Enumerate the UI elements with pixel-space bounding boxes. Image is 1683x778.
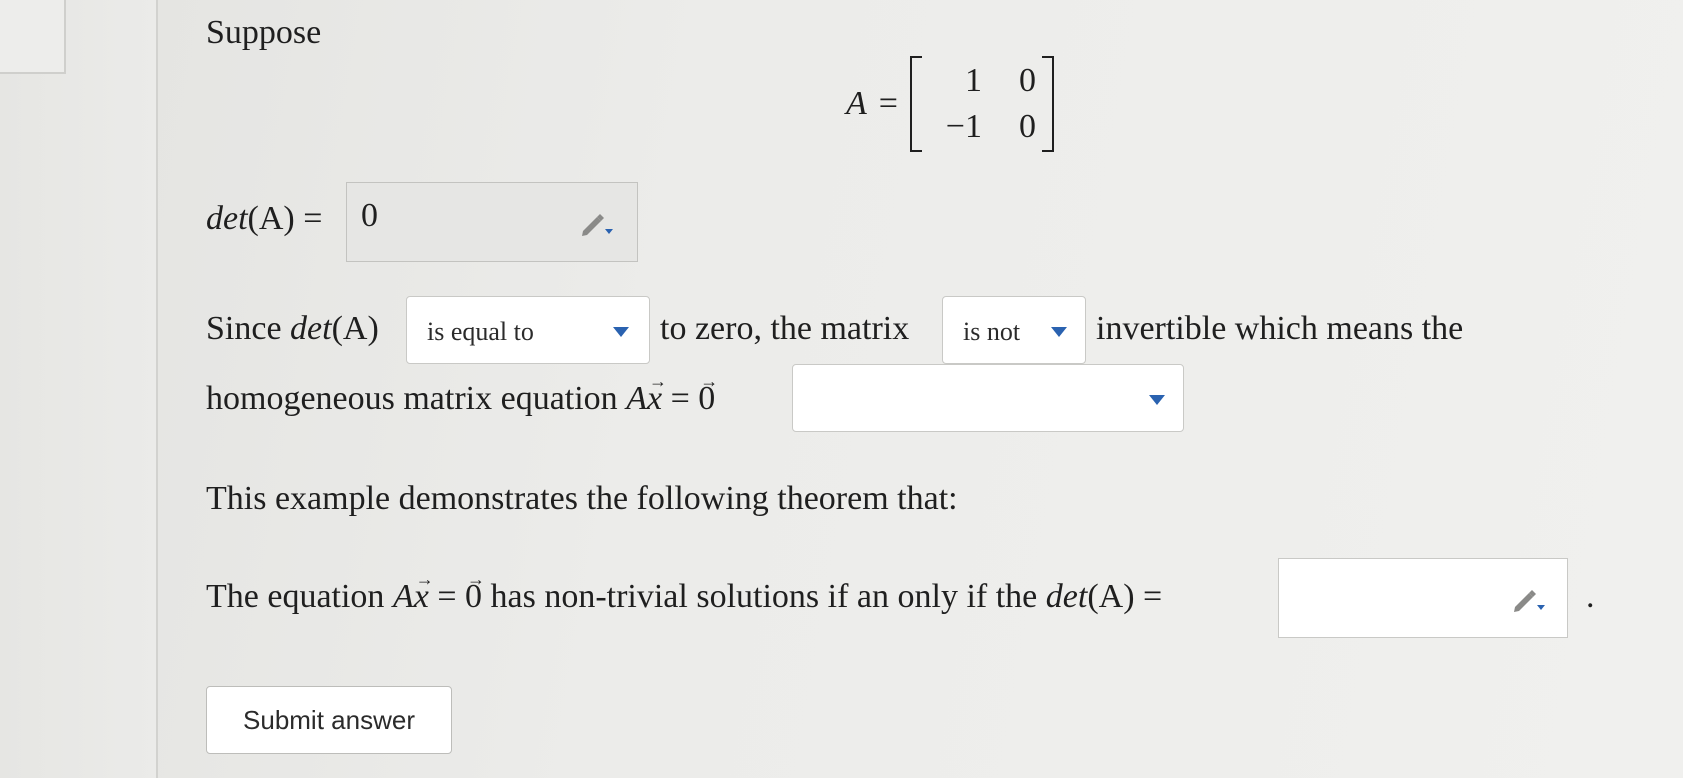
since-word: Since	[206, 310, 282, 347]
homogeneous-prefix: homogeneous matrix equation	[206, 380, 618, 417]
det-label: det(A) =	[206, 200, 322, 238]
sentence-since: Since det(A)	[206, 310, 379, 348]
intro-label: Suppose	[206, 14, 322, 51]
theorem-answer-field[interactable]	[1278, 558, 1568, 638]
vector-x: x →	[413, 569, 434, 615]
matrix-grid: 1 0 −1 0	[922, 58, 1042, 150]
theorem-equals: =	[1143, 578, 1163, 615]
sentence-to-zero: to zero, the matrix	[660, 310, 910, 347]
theorem-prefix: The equation	[206, 578, 385, 615]
det-fn: det	[206, 200, 248, 237]
pencil-dropdown-icon[interactable]	[1511, 585, 1547, 615]
question-content: Suppose A = 1 0 −1 0 det(A) = 0 Since de…	[206, 0, 1646, 778]
theorem-intro: This example demonstrates the following …	[206, 480, 958, 517]
det-arg: (A)	[331, 310, 379, 347]
matrix-right-bracket	[1041, 56, 1054, 152]
det-arg: (A)	[1087, 578, 1135, 615]
matrix-left-bracket	[909, 56, 922, 152]
matrix-cell: 0	[1018, 62, 1036, 99]
page: Suppose A = 1 0 −1 0 det(A) = 0 Since de…	[0, 0, 1683, 778]
matrix-definition: A = 1 0 −1 0	[846, 56, 1054, 152]
det-fn: det	[1045, 578, 1088, 615]
matrix-cell: 1	[964, 62, 982, 99]
submit-answer-button[interactable]: Submit answer	[206, 686, 452, 754]
matrix-name: A	[846, 85, 867, 122]
theorem-period: .	[1586, 578, 1595, 615]
eq-equals: =	[437, 578, 457, 615]
det-equals: =	[303, 200, 323, 237]
left-sidebar	[0, 0, 158, 778]
vector-arrow: →	[648, 371, 667, 391]
vector-arrow: →	[467, 569, 485, 589]
det-answer-value: 0	[361, 197, 378, 234]
theorem-middle: has non-trivial solutions if an only if …	[490, 578, 1038, 615]
matrix-cell: −1	[945, 108, 982, 145]
eq-equals: =	[670, 380, 690, 417]
sentence-homogeneous: homogeneous matrix equation Ax → = 0 →	[206, 371, 719, 418]
vector-arrow: →	[415, 569, 434, 589]
chevron-down-icon	[1149, 395, 1165, 405]
det-answer-field[interactable]: 0	[346, 182, 638, 262]
chevron-down-icon	[1051, 327, 1067, 337]
corner-panel	[0, 0, 66, 74]
chevron-down-icon	[613, 327, 629, 337]
pencil-dropdown-icon[interactable]	[579, 209, 615, 239]
vector-x: x →	[646, 371, 667, 417]
matrix-equals: =	[878, 85, 898, 122]
invertible-dropdown[interactable]: is not	[942, 296, 1086, 364]
solutions-dropdown[interactable]	[792, 364, 1184, 432]
theorem-statement: The equation Ax → = 0 → has non-trivial so…	[206, 569, 1163, 616]
comparison-dropdown[interactable]: is equal to	[406, 296, 650, 364]
invertible-dropdown-value: is not	[963, 317, 1021, 346]
det-arg: (A)	[247, 200, 295, 237]
eq-A: A	[392, 578, 414, 615]
det-fn: det	[290, 310, 332, 347]
vector-arrow: →	[700, 371, 719, 391]
comparison-dropdown-value: is equal to	[427, 317, 534, 346]
sentence-invertible: invertible which means the	[1096, 310, 1464, 347]
matrix-cell: 0	[1018, 108, 1036, 145]
vector-zero: 0 →	[698, 371, 719, 417]
eq-A: A	[626, 380, 647, 417]
vector-zero: 0 →	[465, 569, 485, 615]
